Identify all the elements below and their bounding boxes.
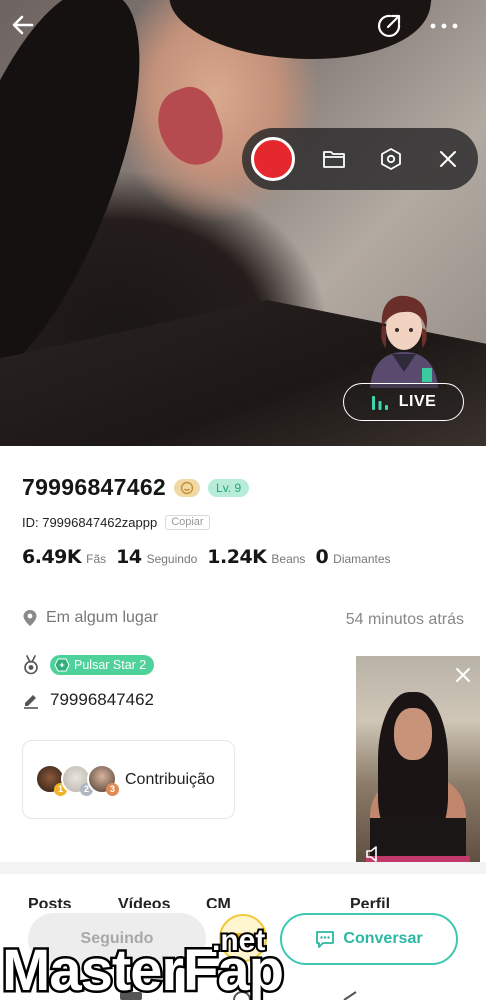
top-contributors: 1 2 3: [35, 760, 121, 800]
more-options-button[interactable]: [426, 9, 462, 43]
system-nav-bar: [120, 991, 357, 1000]
copy-id-button[interactable]: Copiar: [165, 515, 210, 530]
medal-row: Pulsar Star 2: [22, 655, 155, 675]
contribution-card[interactable]: 1 2 3 Contribuição: [22, 740, 235, 819]
fans-label[interactable]: Fãs: [86, 552, 106, 566]
pip-video-window[interactable]: [356, 656, 480, 872]
bottom-action-bar: Seguindo Conversar: [0, 908, 486, 1000]
fans-count[interactable]: 6.49K: [22, 546, 82, 568]
chat-button[interactable]: Conversar: [280, 913, 458, 965]
gift-button[interactable]: [219, 914, 267, 962]
record-settings-button[interactable]: [377, 145, 405, 173]
pulsar-star-label: Pulsar Star 2: [74, 658, 147, 672]
photo-lips: [148, 80, 232, 174]
following-button[interactable]: Seguindo: [28, 913, 206, 965]
gift-icon: [233, 933, 253, 947]
smile-icon: [180, 481, 194, 494]
speaker-icon[interactable]: [364, 844, 386, 864]
pip-close-icon[interactable]: [452, 664, 474, 686]
profile-name-row: 79996847462 Lv. 9: [22, 474, 250, 501]
username: 79996847462: [22, 474, 167, 500]
following-count[interactable]: 14: [116, 546, 142, 568]
pencil-icon: [24, 695, 38, 709]
pip-face: [394, 708, 432, 760]
bio-text: 79996847462: [50, 690, 155, 709]
contributor-avatar-3: 3: [87, 763, 119, 796]
chat-bubble-icon: [316, 931, 335, 948]
profile-stats: 6.49K Fãs 14 Seguindo 1.24K Beans 0 Diam…: [22, 546, 401, 568]
close-icon: [440, 151, 456, 167]
section-separator: [0, 862, 486, 874]
diamonds-count[interactable]: 0: [315, 546, 328, 568]
back-button[interactable]: [6, 8, 40, 42]
share-icon: [378, 14, 401, 37]
live-bars-icon: [371, 396, 388, 410]
pulsar-star-badge[interactable]: Pulsar Star 2: [50, 655, 155, 675]
folder-icon: [323, 151, 345, 168]
chat-label: Conversar: [343, 930, 423, 947]
live-button[interactable]: LIVE: [343, 383, 464, 421]
diamonds-label[interactable]: Diamantes: [333, 552, 390, 566]
more-dots-icon: [430, 23, 458, 29]
live-avatar-figure: [370, 295, 438, 388]
last-seen-text: 54 minutos atrás: [345, 611, 464, 628]
hexagon-settings-icon: [381, 148, 401, 170]
profile-cover-photo: LIVE: [0, 0, 486, 446]
arrow-left-icon: [12, 15, 34, 35]
pulsar-star-icon: [54, 658, 70, 672]
close-toolbar-button[interactable]: [434, 145, 462, 173]
location-text: Em algum lugar: [46, 609, 159, 626]
beans-count[interactable]: 1.24K: [207, 546, 267, 568]
mood-badge[interactable]: [174, 478, 201, 497]
level-badge[interactable]: Lv. 9: [208, 478, 250, 497]
screen-record-toolbar: [242, 128, 478, 190]
location-pin-icon: [23, 610, 37, 626]
bio-row: 79996847462: [22, 690, 154, 710]
medal-icon: [24, 655, 38, 675]
share-button[interactable]: [372, 9, 406, 43]
contributor-rank-3: 3: [106, 782, 119, 796]
live-label: LIVE: [398, 393, 437, 410]
user-id-row: ID: 79996847462zappp Copiar: [22, 515, 210, 530]
location-row: Em algum lugar: [22, 609, 158, 627]
record-button[interactable]: [251, 137, 295, 181]
beans-label[interactable]: Beans: [271, 552, 305, 566]
contribution-label: Contribuição: [125, 770, 215, 788]
following-label[interactable]: Seguindo: [147, 552, 198, 566]
user-id: ID: 79996847462zappp: [22, 515, 158, 530]
recordings-folder-button[interactable]: [320, 145, 348, 173]
